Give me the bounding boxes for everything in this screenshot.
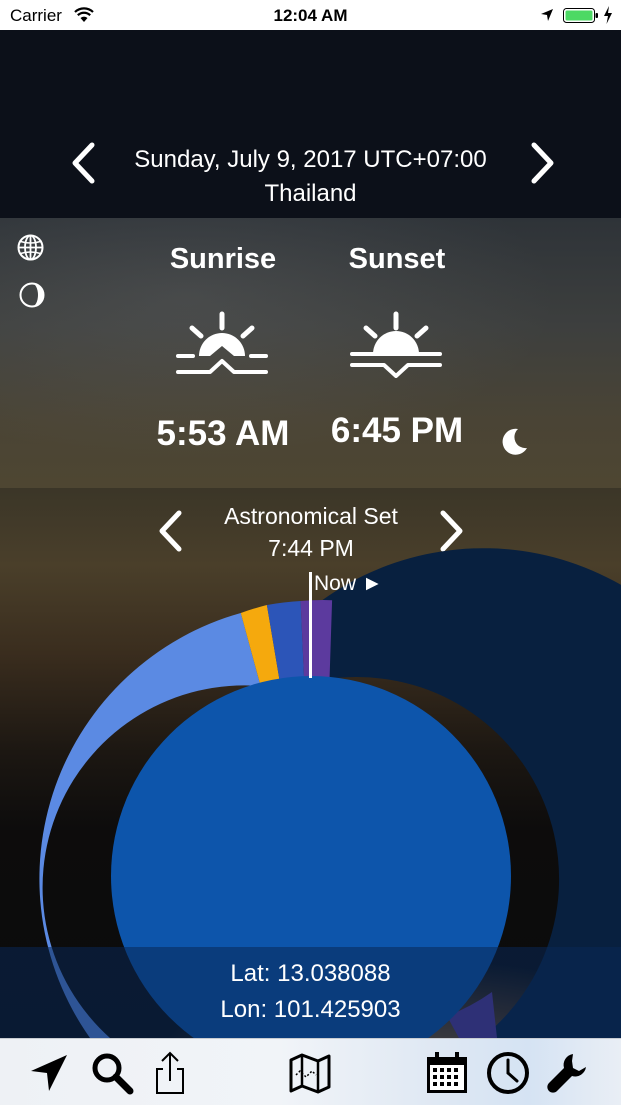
bottom-toolbar bbox=[0, 1038, 621, 1105]
search-icon[interactable] bbox=[90, 1051, 134, 1095]
day-phase-chart[interactable] bbox=[0, 0, 621, 1104]
clock-icon[interactable] bbox=[486, 1051, 530, 1095]
location-arrow-icon[interactable] bbox=[27, 1051, 71, 1095]
wrench-icon[interactable] bbox=[545, 1051, 589, 1095]
longitude-label: Lon: 101.425903 bbox=[0, 996, 621, 1024]
now-marker-label: Now ► bbox=[314, 572, 383, 596]
latitude-label: Lat: 13.038088 bbox=[0, 960, 621, 988]
chart-segment-nautical-twilight bbox=[301, 600, 333, 681]
calendar-icon[interactable] bbox=[425, 1051, 469, 1095]
map-icon[interactable] bbox=[288, 1051, 332, 1095]
share-icon[interactable] bbox=[148, 1051, 192, 1095]
